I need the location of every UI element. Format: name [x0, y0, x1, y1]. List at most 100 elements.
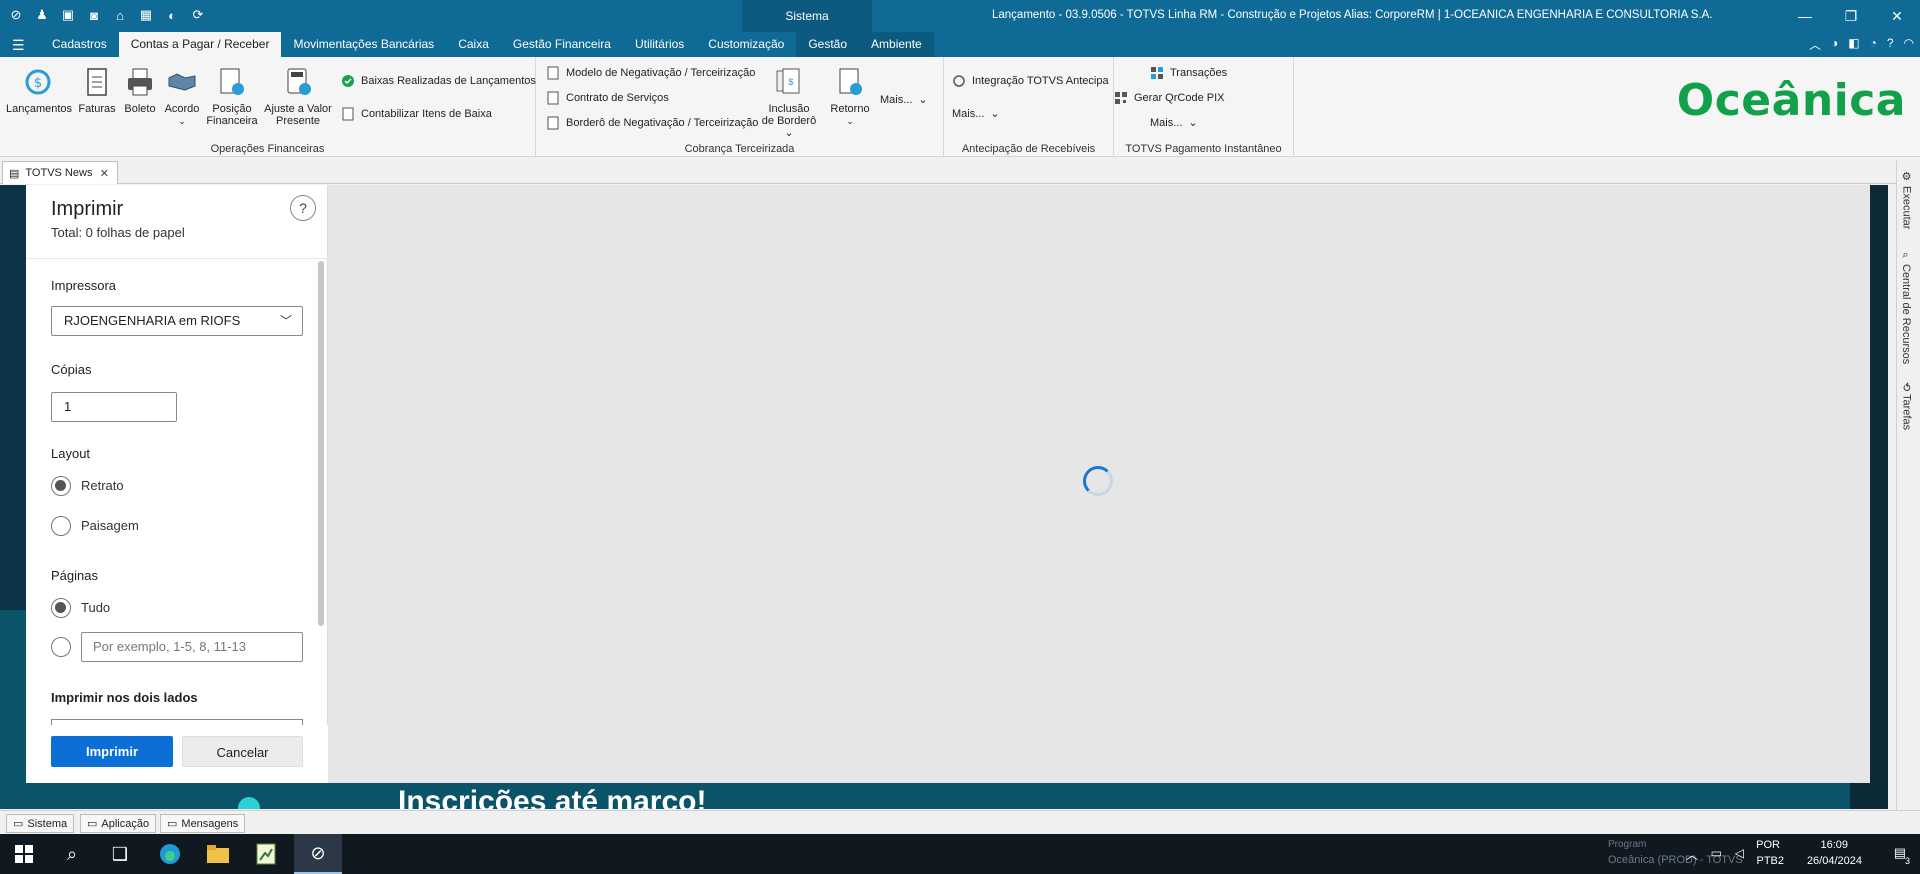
- print-settings-panel: Imprimir Total: 0 folhas de papel ? Impr…: [26, 185, 328, 783]
- svg-text:$: $: [788, 77, 793, 87]
- tab-customizacao[interactable]: Customização: [696, 32, 796, 57]
- doc-tab-totvs-news[interactable]: ▤ TOTVS News ✕: [2, 161, 118, 184]
- acordo-button[interactable]: Acordo ⌄: [162, 65, 202, 127]
- edge-browser-icon[interactable]: [146, 834, 194, 874]
- panel-scrollbar[interactable]: [318, 261, 324, 626]
- collapse-ribbon-icon[interactable]: ︿: [1809, 36, 1821, 53]
- right-rail: ⚙ Executar ⌕ Central de Recursos ⟲ Taref…: [1896, 160, 1920, 810]
- inclusao-bordero-button[interactable]: $ Inclusão de Borderô ⌄: [758, 65, 820, 139]
- boleto-button[interactable]: Boleto: [122, 65, 158, 115]
- retorno-button[interactable]: Retorno ⌄: [830, 65, 870, 127]
- copies-input[interactable]: 1: [51, 392, 177, 422]
- minimize-button[interactable]: —: [1782, 0, 1828, 32]
- ajuste-valor-presente-button[interactable]: Ajuste a Valor Presente: [262, 65, 334, 127]
- chevron-up-icon[interactable]: ︿: [1686, 846, 1698, 863]
- integracao-antecipa-button[interactable]: Integração TOTVS Antecipa: [952, 74, 1109, 88]
- close-button[interactable]: ✕: [1874, 0, 1920, 32]
- rail-executar[interactable]: ⚙ Executar: [1900, 170, 1913, 229]
- gerar-qrcode-button[interactable]: Gerar QrCode PIX: [1114, 91, 1224, 105]
- printer-select[interactable]: RJOENGENHARIA em RIOFS ﹀: [51, 306, 303, 336]
- search-icon[interactable]: ⌕: [48, 834, 96, 874]
- document-search-icon: [546, 116, 560, 130]
- hamburger-icon[interactable]: ☰: [12, 37, 25, 54]
- layout-icon[interactable]: ◧: [1848, 36, 1859, 53]
- radio-paisagem[interactable]: [51, 516, 71, 536]
- window-title: Lançamento - 03.9.0506 - TOTVS Linha RM …: [992, 9, 1713, 21]
- file-explorer-icon[interactable]: [194, 834, 242, 874]
- banner-text: Inscrições até março!: [398, 785, 707, 809]
- antecipacao-mais-button[interactable]: Mais... ⌄: [952, 107, 1000, 121]
- page-range-input[interactable]: Por exemplo, 1-5, 8, 11-13: [81, 632, 303, 662]
- lancamentos-button[interactable]: $ Lançamentos: [6, 65, 72, 115]
- rail-tarefas[interactable]: ⟲ Tarefas: [1900, 382, 1913, 430]
- tab-gestao-financeira[interactable]: Gestão Financeira: [501, 32, 623, 57]
- tab-contas-pagar-receber[interactable]: Contas a Pagar / Receber: [118, 32, 282, 57]
- status-tab-mensagens[interactable]: ▭ Mensagens: [160, 814, 246, 833]
- page-icon: ▤: [9, 167, 20, 180]
- windows-start-icon[interactable]: [0, 834, 48, 874]
- baixas-realizadas-button[interactable]: Baixas Realizadas de Lançamentos: [341, 74, 536, 88]
- radio-page-range[interactable]: [51, 637, 71, 657]
- volume-muted-icon[interactable]: ◁: [1735, 846, 1744, 860]
- radio-retrato-label: Retrato: [81, 478, 124, 493]
- calculator-clock-icon: [282, 65, 314, 99]
- bordero-negativacao-button[interactable]: Borderô de Negativação / Terceirização: [546, 116, 758, 130]
- company-logo: Oceânica: [1676, 75, 1906, 126]
- globe-icon[interactable]: ◐: [164, 6, 180, 24]
- rail-central-recursos[interactable]: ⌕ Central de Recursos: [1900, 250, 1912, 364]
- wifi-icon[interactable]: ◠: [1904, 36, 1914, 53]
- modelo-negativacao-button[interactable]: Modelo de Negativação / Terceirização: [546, 66, 755, 80]
- totvs-app-icon[interactable]: ⊘: [294, 834, 342, 874]
- content-area: Inscrições até março! Imprimir Total: 0 …: [0, 185, 1888, 809]
- tab-gestao[interactable]: Gestão: [796, 32, 860, 57]
- tab-caixa[interactable]: Caixa: [446, 32, 501, 57]
- language-indicator[interactable]: POR: [1756, 839, 1780, 851]
- contabilizar-itens-button[interactable]: Contabilizar Itens de Baixa: [341, 107, 492, 121]
- ribbon: $ Lançamentos Faturas Boleto Acordo ⌄ Po…: [0, 57, 1920, 157]
- keyboard-indicator[interactable]: PTB2: [1756, 855, 1784, 867]
- ribbon-group-cobranca: Modelo de Negativação / Terceirização Co…: [536, 57, 944, 157]
- network-icon[interactable]: ▭: [1711, 846, 1722, 860]
- preview-icon[interactable]: ◙: [86, 6, 102, 24]
- app-menu-icon[interactable]: ⊘: [8, 6, 24, 24]
- status-tab-aplicacao[interactable]: ▭ Aplicação: [80, 814, 157, 833]
- close-tab-icon[interactable]: ✕: [100, 167, 109, 180]
- help-button[interactable]: ?: [290, 195, 316, 221]
- home-icon[interactable]: ⌂: [112, 6, 128, 24]
- tab-movimentacoes-bancarias[interactable]: Movimentações Bancárias: [281, 32, 446, 57]
- window-layout-icon[interactable]: ▣: [60, 6, 76, 24]
- cancel-button[interactable]: Cancelar: [182, 736, 303, 767]
- cobranca-mais-button[interactable]: Mais... ⌄: [880, 93, 928, 107]
- chevron-down-icon: ﹀: [279, 314, 292, 328]
- help-icon[interactable]: ?: [1887, 36, 1894, 53]
- globe-icon[interactable]: ◑: [1831, 36, 1838, 53]
- handshake-icon: [166, 65, 198, 99]
- loading-spinner-icon: [1083, 466, 1113, 496]
- notification-count: 3: [1904, 856, 1910, 866]
- transacoes-button[interactable]: Transações: [1150, 66, 1227, 80]
- refresh-icon[interactable]: ⟳: [190, 6, 206, 24]
- status-tab-sistema[interactable]: ▭ Sistema: [6, 814, 75, 833]
- clock-time[interactable]: 16:09: [1820, 839, 1848, 851]
- clock-date[interactable]: 26/04/2024: [1807, 855, 1862, 867]
- spreadsheet-app-icon[interactable]: [242, 834, 290, 874]
- radio-retrato[interactable]: [51, 476, 71, 496]
- ribbon-group-antecipacao: Integração TOTVS Antecipa Mais... ⌄ Ante…: [944, 57, 1114, 157]
- pages-label: Páginas: [51, 568, 98, 583]
- tab-ambiente[interactable]: Ambiente: [859, 32, 934, 57]
- restore-button[interactable]: ❐: [1828, 0, 1874, 32]
- support-icon[interactable]: ◔: [1870, 36, 1877, 53]
- task-view-icon[interactable]: ❑: [96, 834, 144, 874]
- radio-tudo[interactable]: [51, 598, 71, 618]
- tab-cadastros[interactable]: Cadastros: [40, 32, 119, 57]
- posicao-financeira-button[interactable]: Posição Financeira: [204, 65, 260, 127]
- print-button[interactable]: Imprimir: [51, 736, 173, 767]
- contrato-servicos-button[interactable]: Contrato de Serviços: [546, 91, 669, 105]
- pix-mais-button[interactable]: Mais... ⌄: [1150, 116, 1198, 130]
- group-title: Antecipação de Recebíveis: [961, 143, 1096, 155]
- user-icon[interactable]: ♟: [34, 6, 50, 24]
- faturas-button[interactable]: Faturas: [74, 65, 120, 115]
- search-icon: ⌕: [1900, 250, 1912, 261]
- tab-utilitarios[interactable]: Utilitários: [623, 32, 696, 57]
- calendar-icon[interactable]: ▦: [138, 6, 154, 24]
